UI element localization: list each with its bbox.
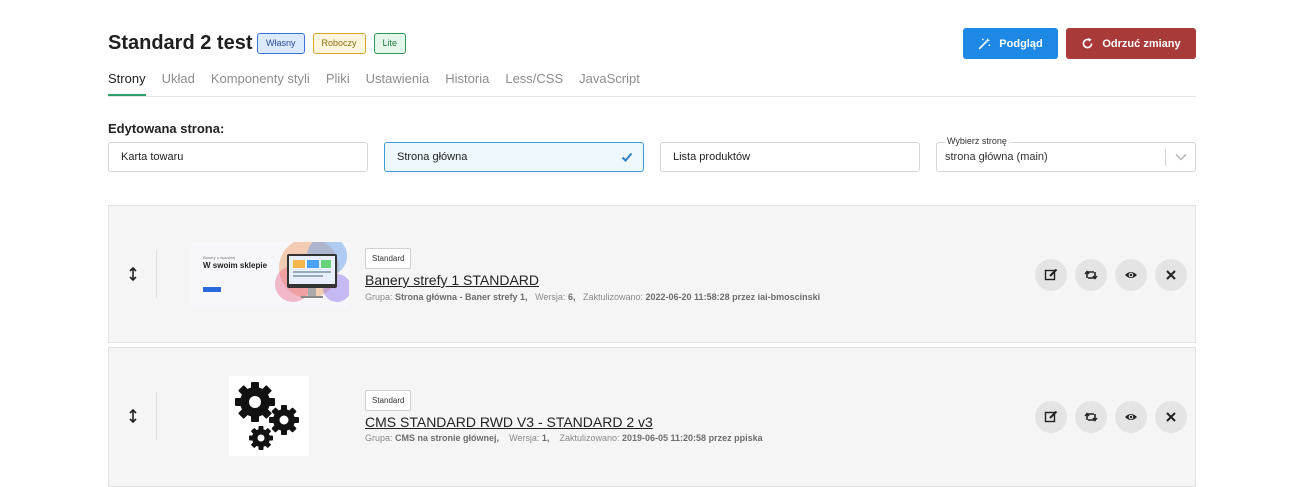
badge-own: Własny	[257, 33, 305, 54]
badge-draft: Roboczy	[312, 33, 366, 54]
module-row: Banery o wysokiej W swoim sklepie Standa…	[108, 205, 1196, 343]
tab-less-css[interactable]: Less/CSS	[505, 70, 563, 96]
magic-wand-icon	[979, 37, 991, 50]
module-name-link[interactable]: Banery strefy 1 STANDARD	[365, 272, 539, 288]
tab-javascript[interactable]: JavaScript	[579, 70, 640, 96]
module-row: Standard CMS STANDARD RWD V3 - STANDARD …	[108, 347, 1196, 487]
tab-history[interactable]: Historia	[445, 70, 489, 96]
updated-value: 2022-06-20 11:58:28 przez iai-bmoscinski	[645, 292, 821, 302]
row-actions	[1035, 259, 1187, 291]
updated-label: Zaktulizowano:	[559, 433, 620, 443]
group-value: CMS na stronie głównej,	[395, 433, 500, 443]
page-option-label: Karta towaru	[121, 151, 184, 163]
thumb-small-text: Banery o wysokiej	[203, 255, 236, 260]
reject-label: Odrzuć zmiany	[1102, 37, 1181, 50]
updated-value: 2019-06-05 11:20:58 przez ppiska	[622, 433, 763, 443]
version-value: 6,	[567, 292, 576, 302]
group-value: Strona główna - Baner strefy 1,	[395, 292, 528, 302]
swap-button[interactable]	[1075, 401, 1107, 433]
edit-icon	[1044, 268, 1058, 281]
drag-handle-icon[interactable]	[126, 409, 140, 423]
edit-button[interactable]	[1035, 259, 1067, 291]
badge-lite: Lite	[373, 33, 407, 54]
view-button[interactable]	[1115, 259, 1147, 291]
page-option-label: Lista produktów	[673, 151, 751, 163]
tab-settings[interactable]: Ustawienia	[366, 70, 430, 96]
page-title: Standard 2 test	[108, 32, 253, 54]
retweet-icon	[1084, 412, 1098, 422]
version-value: 1,	[541, 433, 550, 443]
page-option-product-list[interactable]: Lista produktów	[660, 142, 920, 172]
retweet-icon	[1084, 270, 1098, 280]
version-label: Wersja:	[535, 292, 566, 302]
tab-files[interactable]: Pliki	[326, 70, 350, 96]
edited-page-label: Edytowana strona:	[108, 121, 225, 136]
check-icon	[621, 152, 633, 162]
drag-handle-icon[interactable]	[126, 267, 140, 281]
row-actions	[1035, 401, 1187, 433]
tab-style-components[interactable]: Komponenty styli	[211, 70, 310, 96]
thumb-title-text: W swoim sklepie	[203, 261, 268, 270]
page-option-home[interactable]: Strona główna	[384, 142, 644, 172]
gears-thumbnail	[229, 376, 309, 456]
view-button[interactable]	[1115, 401, 1147, 433]
divider	[156, 250, 157, 298]
eye-icon	[1125, 272, 1137, 278]
page-select[interactable]: Wybierz stronę strona główna (main)	[936, 136, 1196, 172]
module-type-badge: Standard	[365, 248, 412, 269]
close-icon	[1166, 412, 1176, 422]
chevron-down-icon[interactable]	[1175, 152, 1187, 162]
swap-button[interactable]	[1075, 259, 1107, 291]
divider	[156, 392, 157, 440]
group-label: Grupa:	[365, 292, 393, 302]
updated-label: Zaktulizowano:	[582, 292, 643, 302]
eye-icon	[1125, 414, 1137, 420]
module-type-badge: Standard	[365, 390, 412, 411]
module-meta: Grupa: CMS na stronie głównej, Wersja: 1…	[365, 433, 763, 443]
tab-pages[interactable]: Strony	[108, 70, 146, 96]
edit-button[interactable]	[1035, 401, 1067, 433]
module-meta: Grupa: Strona główna - Baner strefy 1, W…	[365, 292, 820, 302]
edit-icon	[1044, 410, 1058, 423]
preview-button[interactable]: Podgląd	[963, 28, 1058, 59]
select-separator	[1165, 149, 1166, 166]
page-header: Standard 2 test Własny Roboczy Lite Podg…	[108, 28, 1196, 62]
group-label: Grupa:	[365, 433, 393, 443]
module-name-link[interactable]: CMS STANDARD RWD V3 - STANDARD 2 v3	[365, 414, 653, 430]
close-icon	[1166, 270, 1176, 280]
page-select-value: strona główna (main)	[945, 151, 1048, 163]
delete-button[interactable]	[1155, 401, 1187, 433]
page-select-label: Wybierz stronę	[945, 136, 1009, 146]
tab-layout[interactable]: Układ	[162, 70, 195, 96]
delete-button[interactable]	[1155, 259, 1187, 291]
reject-changes-button[interactable]: Odrzuć zmiany	[1066, 28, 1196, 59]
version-label: Wersja:	[509, 433, 540, 443]
page-option-product-card[interactable]: Karta towaru	[108, 142, 368, 172]
tab-bar: Strony Układ Komponenty styli Pliki Usta…	[108, 70, 1196, 97]
preview-label: Podgląd	[999, 37, 1043, 50]
page-option-label: Strona główna	[397, 151, 468, 163]
undo-icon	[1083, 37, 1093, 49]
badge-group: Własny Roboczy Lite	[257, 33, 407, 54]
banner-thumbnail: Banery o wysokiej W swoim sklepie	[191, 242, 349, 308]
